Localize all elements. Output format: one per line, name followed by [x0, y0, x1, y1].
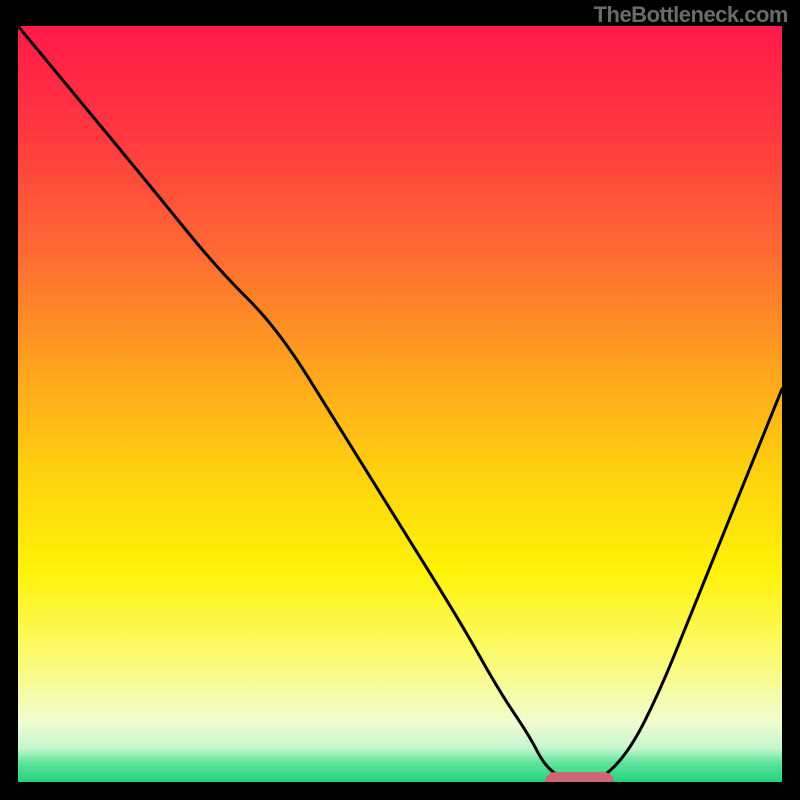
chart-svg — [18, 26, 782, 782]
plot-area — [18, 26, 782, 782]
optimal-marker — [545, 772, 614, 782]
watermark-text: TheBottleneck.com — [594, 2, 788, 28]
chart-container: TheBottleneck.com — [0, 0, 800, 800]
